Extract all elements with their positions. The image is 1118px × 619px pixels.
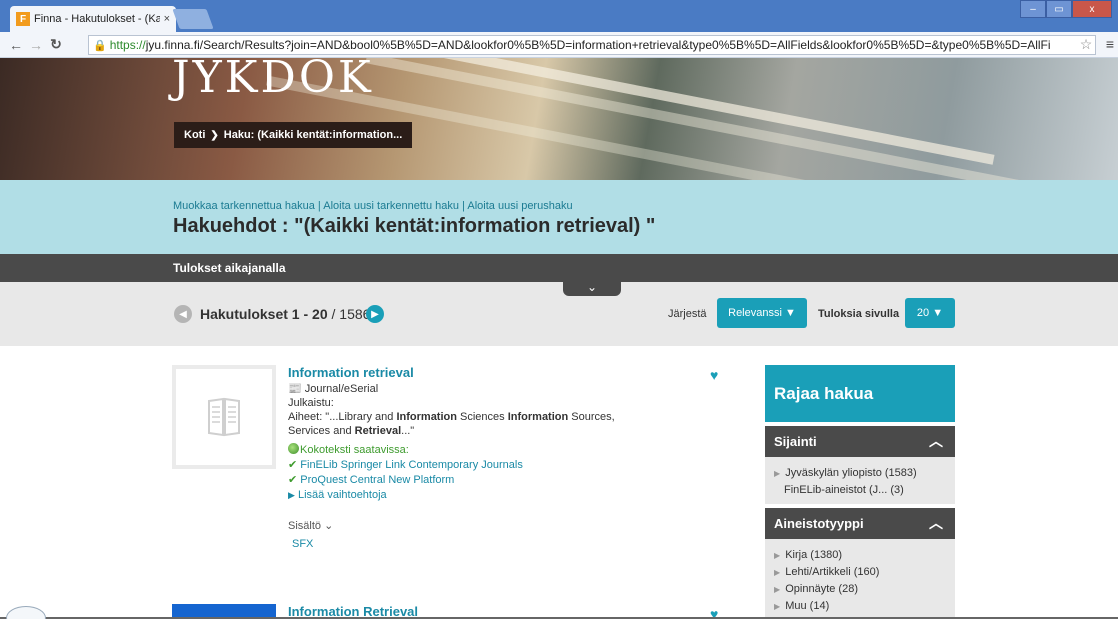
- record-thumbnail[interactable]: [172, 365, 276, 469]
- minimize-button[interactable]: –: [1020, 0, 1046, 18]
- triangle-right-icon: ▶: [774, 551, 781, 560]
- record-format: 📰 Journal/eSerial: [288, 382, 618, 396]
- close-window-button[interactable]: x: [1072, 0, 1112, 18]
- triangle-right-icon: ▶: [774, 585, 781, 594]
- window-controls: – ▭ x: [1020, 0, 1112, 18]
- facet-item[interactable]: ▶ Jyväskylän yliopisto (1583): [774, 465, 946, 482]
- facet-location-toggle[interactable]: Sijainti ︿: [765, 426, 955, 457]
- facet-location-list: ▶ Jyväskylän yliopisto (1583) FinELib-ai…: [765, 457, 955, 504]
- sfx-link[interactable]: SFX: [292, 538, 618, 550]
- results-toolbar: ◀ Hakutulokset 1 - 20 / 1586 ▶ Järjestä …: [0, 282, 1118, 346]
- maximize-button[interactable]: ▭: [1046, 0, 1072, 18]
- back-arrow-icon[interactable]: ←: [6, 37, 26, 53]
- url-input[interactable]: 🔒 https:// jyu.finna.fi/Search/Results?j…: [88, 35, 1096, 55]
- tab-title: Finna - Hakutulokset - (Ka: [34, 13, 160, 25]
- timeline-label: Tulokset aikajanalla: [173, 261, 286, 275]
- fulltext-label: Kokoteksti saatavissa:: [300, 444, 409, 456]
- record-subjects: Aiheet: "...Library and Information Scie…: [288, 411, 615, 437]
- tab-close-icon[interactable]: ×: [164, 13, 170, 25]
- journal-icon: 📰: [288, 383, 302, 395]
- more-options-link[interactable]: ▶ Lisää vaihtoehtoja: [288, 488, 618, 503]
- facet-item[interactable]: FinELib-aineistot (J... (3): [774, 482, 946, 498]
- url-scheme: https://: [109, 38, 146, 52]
- facet-header: Rajaa hakua: [765, 365, 955, 422]
- browser-menu-icon[interactable]: ≡: [1106, 36, 1114, 52]
- bookmark-star-icon[interactable]: ☆: [1077, 36, 1095, 54]
- record-title-link[interactable]: Information retrieval: [288, 365, 618, 380]
- result-record: Information retrieval 📰 Journal/eSerial …: [172, 365, 732, 575]
- reload-icon[interactable]: ↻: [46, 36, 66, 53]
- per-page-dropdown[interactable]: 20 ▼: [905, 298, 955, 328]
- facet-item[interactable]: ▶ Lehti/Artikkeli (160): [774, 564, 946, 581]
- breadcrumb-home[interactable]: Koti: [184, 129, 205, 141]
- next-page-button[interactable]: ▶: [366, 305, 384, 323]
- chevron-up-icon: ︿: [929, 433, 943, 449]
- content-toggle[interactable]: Sisältö ⌄: [288, 519, 618, 532]
- previous-page-button[interactable]: ◀: [174, 305, 192, 323]
- browser-tab[interactable]: F Finna - Hakutulokset - (Ka ×: [10, 6, 176, 32]
- facet-sidebar: Rajaa hakua Sijainti ︿ ▶ Jyväskylän ylio…: [765, 365, 955, 619]
- facet-type-list: ▶ Kirja (1380) ▶ Lehti/Artikkeli (160) ▶…: [765, 539, 955, 619]
- new-advanced-search-link[interactable]: Aloita uusi tarkennettu haku: [323, 200, 459, 212]
- hero-banner: JYKDOK Koti ❯ Haku: (Kaikki kentät:infor…: [0, 58, 1118, 180]
- facet-item[interactable]: ▶ Opinnäyte (28): [774, 581, 946, 598]
- triangle-right-icon: ▶: [288, 490, 295, 500]
- fulltext-link-proquest[interactable]: ✔ ProQuest Central New Platform: [288, 473, 618, 488]
- sort-dropdown[interactable]: Relevanssi ▼: [717, 298, 807, 328]
- page-title: Hakuehdot : "(Kaikki kentät:information …: [173, 215, 656, 237]
- triangle-right-icon: ▶: [774, 469, 781, 478]
- record-published: Julkaistu:: [288, 397, 334, 409]
- facet-location-title: Sijainti: [774, 434, 817, 449]
- timeline-toggle-button[interactable]: ⌄: [563, 281, 621, 296]
- new-basic-search-link[interactable]: Aloita uusi perushaku: [467, 200, 572, 212]
- breadcrumb: Koti ❯ Haku: (Kaikki kentät:information.…: [174, 122, 413, 148]
- finna-favicon-icon: F: [16, 12, 30, 26]
- lock-icon: 🔒: [93, 39, 107, 52]
- checkmark-icon: ✔: [288, 474, 298, 486]
- facet-type-toggle[interactable]: Aineistotyyppi ︿: [765, 508, 955, 539]
- fulltext-available: Kokoteksti saatavissa:: [288, 443, 618, 458]
- record-format-text: Journal/eSerial: [304, 383, 379, 395]
- facet-type-title: Aineistotyyppi: [774, 516, 864, 531]
- chat-widget-button[interactable]: [6, 606, 46, 619]
- url-text: jyu.finna.fi/Search/Results?join=AND&boo…: [145, 38, 1051, 52]
- triangle-right-icon: ▶: [774, 602, 781, 611]
- record-body: Information retrieval 📰 Journal/eSerial …: [288, 365, 618, 550]
- address-bar: ← → ↻ 🔒 https:// jyu.finna.fi/Search/Res…: [0, 32, 1118, 58]
- forward-arrow-icon[interactable]: →: [26, 37, 46, 53]
- fulltext-link-springer[interactable]: ✔ FinELib Springer Link Contemporary Jou…: [288, 458, 618, 473]
- search-header: Muokkaa tarkennettua hakua | Aloita uusi…: [0, 180, 1118, 254]
- breadcrumb-current: Haku: (Kaikki kentät:information...: [223, 129, 403, 141]
- results-count: Hakutulokset 1 - 20 / 1586: [200, 306, 370, 322]
- globe-icon: [288, 443, 299, 454]
- results-total: / 1586: [327, 306, 371, 322]
- checkmark-icon: ✔: [288, 459, 298, 471]
- results-range: Hakutulokset 1 - 20: [200, 306, 328, 322]
- timeline-bar[interactable]: Tulokset aikajanalla: [0, 254, 1118, 282]
- new-tab-button[interactable]: [172, 9, 214, 29]
- site-logo-title[interactable]: JYKDOK: [172, 58, 374, 103]
- browser-tab-strip: F Finna - Hakutulokset - (Ka × – ▭ x: [0, 0, 1118, 32]
- edit-advanced-search-link[interactable]: Muokkaa tarkennettua hakua: [173, 200, 315, 212]
- link-separator: |: [314, 200, 324, 212]
- book-icon: [208, 397, 240, 437]
- facet-item[interactable]: ▶ Kirja (1380): [774, 547, 946, 564]
- chevron-right-icon: ❯: [210, 129, 219, 141]
- favorite-heart-icon[interactable]: ♥: [710, 367, 718, 383]
- sort-label: Järjestä: [668, 308, 707, 320]
- triangle-right-icon: ▶: [774, 568, 781, 577]
- facet-item[interactable]: ▶ Muu (14): [774, 598, 946, 615]
- search-links: Muokkaa tarkennettua hakua | Aloita uusi…: [173, 200, 573, 212]
- per-page-label: Tuloksia sivulla: [818, 308, 900, 320]
- chevron-up-icon: ︿: [929, 515, 943, 531]
